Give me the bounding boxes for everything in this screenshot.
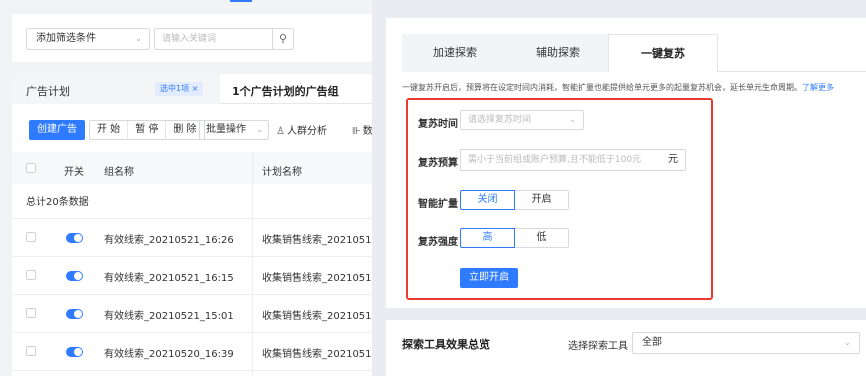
revive-budget-label: 复苏预算 (418, 158, 458, 169)
search-icon: ⚲ (278, 32, 288, 45)
search-button[interactable]: ⚲ (272, 28, 294, 50)
revive-budget-input[interactable]: 需小于当前组或账户预算,且不能低于100元 元 (460, 149, 686, 171)
strength-high-option[interactable]: 高 (460, 228, 515, 248)
table-row[interactable]: 有效线索_20210521_16:26 收集销售线索_20210517_1 (12, 219, 389, 256)
row-group-name[interactable]: 有效线索_20210521_16:26 (104, 231, 234, 246)
table-row[interactable]: 有效线索_20210521_15:01 收集销售线索_20210517_1 (12, 295, 389, 332)
row-group-name[interactable]: 有效线索_20210520_16:39 (104, 345, 234, 360)
selected-chip[interactable]: 选中1项 × (155, 82, 204, 96)
row-toggle[interactable] (66, 309, 83, 319)
header-plan-name: 计划名称 (262, 167, 302, 178)
row-group-name[interactable]: 有效线索_20210521_15:01 (104, 307, 234, 322)
add-filter-select[interactable]: 添加筛选条件 ⌄ (26, 28, 150, 50)
row-toggle[interactable] (66, 347, 83, 357)
row-plan-name: 收集销售线索_20210517_1 (262, 349, 390, 360)
revive-description: 一键复苏开启后，预算将在设定时间内消耗，智能扩量也能提供给单元更多的起量复苏机会… (402, 82, 834, 93)
smart-expand-toggle: 关闭 开启 (460, 190, 569, 210)
revive-time-select[interactable]: 请选择复苏时间 ⌄ (460, 110, 584, 130)
active-tab-indicator (230, 0, 252, 2)
header-group-name: 组名称 (104, 167, 134, 178)
revive-time-label: 复苏时间 (418, 119, 458, 130)
smart-expand-label: 智能扩量 (418, 199, 458, 210)
chevron-down-icon: ⌄ (844, 338, 851, 347)
bar-chart-icon: ⊪ (352, 126, 361, 137)
start-button[interactable]: 开 始 (90, 121, 129, 139)
audience-analysis-link[interactable]: ♙ 人群分析 (276, 122, 327, 137)
tab-assist-explore[interactable]: 辅助探索 (498, 34, 618, 72)
chevron-down-icon: ⌄ (256, 125, 263, 134)
explore-tabs: 加速探索 辅助探索 一键复苏 (402, 34, 866, 73)
ad-group-card: 广告计划 选中1项 × 1个广告计划的广告组 创建广告 开 始 暂 停 删 除 … (12, 74, 389, 376)
expand-on-option[interactable]: 开启 (514, 190, 569, 210)
start-now-button[interactable]: 立即开启 (460, 268, 518, 288)
row-plan-name: 收集销售线索_20210517_1 (262, 311, 390, 322)
audience-analysis-label: 人群分析 (286, 126, 327, 137)
add-filter-label: 添加筛选条件 (36, 33, 96, 44)
explore-tools-drawer: 加速探索 辅助探索 一键复苏 一键复苏开启后，预算将在设定时间内消耗，智能扩量也… (372, 0, 866, 376)
user-icon: ♙ (276, 126, 285, 137)
tool-select[interactable]: 全部 ⌄ (632, 332, 860, 354)
learn-more-link[interactable]: 了解更多 (802, 83, 834, 92)
explore-overview-card: 探索工具效果总览 选择探索工具 全部 ⌄ (386, 320, 866, 376)
row-checkbox[interactable] (26, 232, 36, 242)
chevron-down-icon: ⌄ (135, 34, 142, 43)
chevron-down-icon: ⌄ (569, 115, 576, 124)
tab-ad-plan[interactable]: 广告计划 选中1项 × (12, 74, 220, 104)
table-row[interactable]: 有效线索_20210520_16:39 收集销售线索_20210517_1 (12, 333, 389, 370)
table-row[interactable]: 有效线索_20210521_16:15 收集销售线索_20210517_1 (12, 257, 389, 294)
tab-row: 广告计划 选中1项 × 1个广告计划的广告组 (12, 74, 380, 104)
bulk-action-select[interactable]: 批量操作 ⌄ (199, 120, 269, 140)
data-link[interactable]: ⊪ 数 (352, 122, 373, 137)
revive-card: 加速探索 辅助探索 一键复苏 一键复苏开启后，预算将在设定时间内消耗，智能扩量也… (386, 18, 866, 308)
keyword-input[interactable]: 请输入关键词 (154, 28, 272, 50)
strength-low-option[interactable]: 低 (514, 228, 569, 248)
tab-ad-plan-label: 广告计划 (26, 85, 70, 98)
revive-strength-label: 复苏强度 (418, 237, 458, 248)
divider (12, 370, 380, 371)
row-checkbox[interactable] (26, 346, 36, 356)
budget-unit: 元 (668, 154, 678, 165)
header-switch: 开关 (64, 167, 84, 178)
row-plan-name: 收集销售线索_20210517_1 (262, 273, 390, 284)
bulk-action-label: 批量操作 (206, 124, 246, 135)
tab-one-click-revive[interactable]: 一键复苏 (608, 34, 718, 73)
expand-off-option[interactable]: 关闭 (460, 190, 515, 210)
select-all-checkbox[interactable] (26, 163, 36, 173)
row-checkbox[interactable] (26, 308, 36, 318)
revive-budget-placeholder: 需小于当前组或账户预算,且不能低于100元 (468, 155, 642, 165)
revive-time-placeholder: 请选择复苏时间 (468, 115, 532, 125)
tool-select-label: 选择探索工具 (568, 341, 628, 352)
row-toggle[interactable] (66, 271, 83, 281)
delete-button[interactable]: 删 除 (166, 121, 203, 139)
filter-bar: 添加筛选条件 ⌄ 请输入关键词 ⚲ (12, 14, 380, 62)
table-header: 开关 组名称 计划名称 (12, 152, 380, 184)
row-toggle[interactable] (66, 233, 83, 243)
row-plan-name: 收集销售线索_20210517_1 (262, 235, 390, 246)
create-ad-button[interactable]: 创建广告 (29, 120, 85, 140)
overview-title: 探索工具效果总览 (402, 338, 490, 351)
row-group-name[interactable]: 有效线索_20210521_16:15 (104, 269, 234, 284)
tab-accelerate-explore[interactable]: 加速探索 (402, 34, 508, 72)
ad-group-panel: 添加筛选条件 ⌄ 请输入关键词 ⚲ 广告计划 选中1项 × 1个广告计划的广告组… (0, 0, 389, 376)
total-count: 总计20条数据 (26, 197, 89, 208)
action-button-group: 开 始 暂 停 删 除 (89, 120, 205, 140)
row-checkbox[interactable] (26, 270, 36, 280)
tab-ad-group[interactable]: 1个广告计划的广告组 (232, 83, 339, 99)
revive-strength-toggle: 高 低 (460, 228, 569, 248)
pause-button[interactable]: 暂 停 (128, 121, 167, 139)
tool-select-value: 全部 (642, 337, 662, 348)
revive-description-text: 一键复苏开启后，预算将在设定时间内消耗，智能扩量也能提供给单元更多的起量复苏机会… (402, 83, 802, 92)
